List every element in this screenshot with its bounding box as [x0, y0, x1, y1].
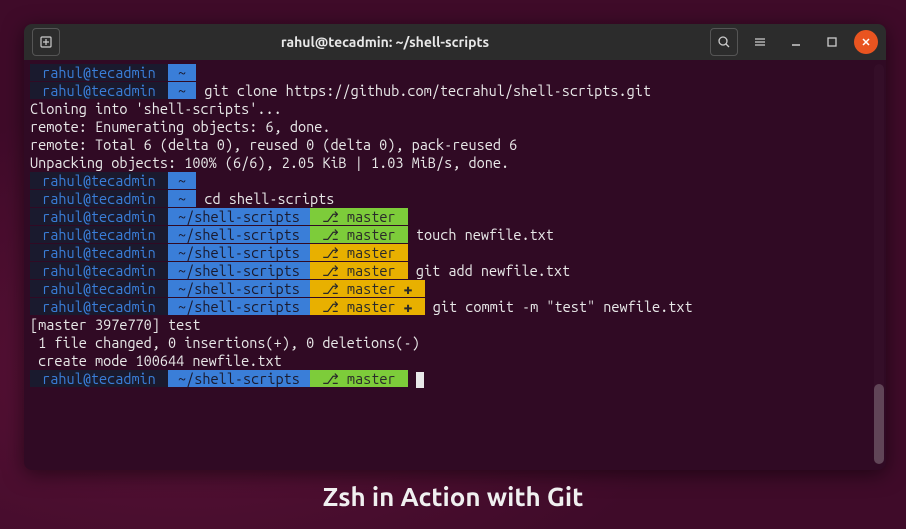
command-text: cd shell-scripts — [196, 190, 334, 207]
prompt-userhost: rahul@tecadmin — [30, 226, 168, 243]
terminal-line: rahul@tecadmin ~/shell-scripts ⎇ master — [30, 244, 880, 262]
prompt-branch: ⎇ master ✚ — [310, 280, 425, 297]
prompt-path: ~/shell-scripts — [168, 370, 310, 387]
terminal-line: rahul@tecadmin ~/shell-scripts ⎇ master — [30, 208, 880, 226]
prompt-path: ~/shell-scripts — [168, 262, 310, 279]
terminal-body[interactable]: rahul@tecadmin ~ rahul@tecadmin ~ git cl… — [24, 60, 886, 470]
terminal-output: remote: Total 6 (delta 0), reused 0 (del… — [30, 136, 880, 154]
prompt-userhost: rahul@tecadmin — [30, 262, 168, 279]
command-text: git clone https://github.com/tecrahul/sh… — [196, 82, 651, 99]
prompt-path: ~/shell-scripts — [168, 298, 310, 315]
minimize-button[interactable] — [782, 28, 810, 56]
search-button[interactable] — [710, 28, 738, 56]
prompt-userhost: rahul@tecadmin — [30, 298, 168, 315]
cursor — [416, 372, 424, 388]
prompt-userhost: rahul@tecadmin — [30, 82, 168, 99]
terminal-output: [master 397e770] test — [30, 316, 880, 334]
maximize-button[interactable] — [818, 28, 846, 56]
terminal-output: create mode 100644 newfile.txt — [30, 352, 880, 370]
terminal-line: rahul@tecadmin ~/shell-scripts ⎇ master … — [30, 262, 880, 280]
titlebar: rahul@tecadmin: ~/shell-scripts — [24, 24, 886, 60]
prompt-userhost: rahul@tecadmin — [30, 190, 168, 207]
terminal-output: remote: Enumerating objects: 6, done. — [30, 118, 880, 136]
new-tab-icon — [39, 35, 53, 49]
scrollbar-thumb[interactable] — [874, 384, 884, 464]
new-tab-button[interactable] — [32, 28, 60, 56]
prompt-userhost: rahul@tecadmin — [30, 370, 168, 387]
prompt-userhost: rahul@tecadmin — [30, 280, 168, 297]
window-title: rahul@tecadmin: ~/shell-scripts — [68, 34, 702, 50]
prompt-userhost: rahul@tecadmin — [30, 64, 168, 81]
prompt-path: ~ — [168, 190, 196, 207]
terminal-line: rahul@tecadmin ~/shell-scripts ⎇ master — [30, 370, 880, 388]
prompt-userhost: rahul@tecadmin — [30, 172, 168, 189]
command-text: git add newfile.txt — [408, 262, 570, 279]
prompt-path: ~/shell-scripts — [168, 280, 310, 297]
terminal-output: Unpacking objects: 100% (6/6), 2.05 KiB … — [30, 154, 880, 172]
menu-button[interactable] — [746, 28, 774, 56]
terminal-output: Cloning into 'shell-scripts'... — [30, 100, 880, 118]
terminal-line: rahul@tecadmin ~ cd shell-scripts — [30, 190, 880, 208]
prompt-branch: ⎇ master ✚ — [310, 298, 425, 315]
hamburger-icon — [753, 35, 767, 49]
prompt-branch: ⎇ master — [310, 370, 408, 387]
prompt-branch: ⎇ master — [310, 208, 408, 225]
maximize-icon — [825, 35, 839, 49]
caption-text: Zsh in Action with Git — [0, 482, 906, 511]
close-button[interactable] — [854, 30, 878, 54]
prompt-userhost: rahul@tecadmin — [30, 208, 168, 225]
terminal-line: rahul@tecadmin ~/shell-scripts ⎇ master … — [30, 280, 880, 298]
minimize-icon — [789, 35, 803, 49]
prompt-path: ~ — [168, 82, 196, 99]
command-text: touch newfile.txt — [408, 226, 554, 243]
terminal-output: 1 file changed, 0 insertions(+), 0 delet… — [30, 334, 880, 352]
search-icon — [717, 35, 731, 49]
scrollbar[interactable] — [874, 64, 884, 464]
prompt-path: ~ — [168, 172, 196, 189]
terminal-window: rahul@tecadmin: ~/shell-scripts — [24, 24, 886, 470]
terminal-line: rahul@tecadmin ~/shell-scripts ⎇ master … — [30, 298, 880, 316]
prompt-path: ~ — [168, 64, 196, 81]
prompt-branch: ⎇ master — [310, 262, 408, 279]
close-icon — [860, 36, 872, 48]
terminal-line: rahul@tecadmin ~ — [30, 172, 880, 190]
terminal-line: rahul@tecadmin ~ — [30, 64, 880, 82]
prompt-branch: ⎇ master — [310, 226, 408, 243]
prompt-path: ~/shell-scripts — [168, 208, 310, 225]
prompt-branch: ⎇ master — [310, 244, 408, 261]
prompt-path: ~/shell-scripts — [168, 244, 310, 261]
terminal-line: rahul@tecadmin ~/shell-scripts ⎇ master … — [30, 226, 880, 244]
command-text: git commit -m "test" newfile.txt — [425, 298, 693, 315]
prompt-userhost: rahul@tecadmin — [30, 244, 168, 261]
terminal-line: rahul@tecadmin ~ git clone https://githu… — [30, 82, 880, 100]
prompt-path: ~/shell-scripts — [168, 226, 310, 243]
